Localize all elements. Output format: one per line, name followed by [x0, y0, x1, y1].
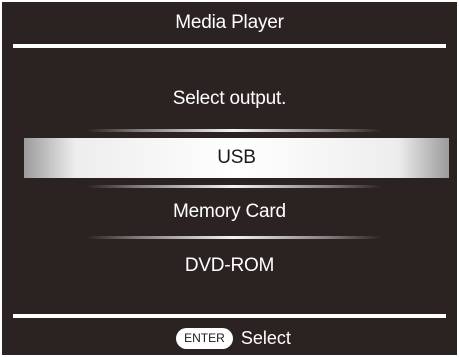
output-prompt: Select output.	[172, 88, 287, 109]
footer-action-label: Select	[240, 328, 291, 348]
option-separator	[86, 236, 382, 239]
footer-hint: ENTER Select	[2, 322, 457, 355]
option-separator	[86, 185, 382, 188]
option-memory-card[interactable]: Memory Card	[2, 194, 457, 230]
footer-divider	[13, 314, 446, 318]
option-dvd-rom[interactable]: DVD-ROM	[2, 248, 457, 284]
header-divider	[13, 44, 446, 48]
enter-key-badge: ENTER	[176, 328, 233, 349]
option-separator	[86, 129, 382, 132]
media-player-screen: Media Player Select output. USB Memory C…	[2, 2, 457, 355]
page-title: Media Player	[175, 12, 284, 33]
option-usb[interactable]: USB	[24, 138, 449, 178]
